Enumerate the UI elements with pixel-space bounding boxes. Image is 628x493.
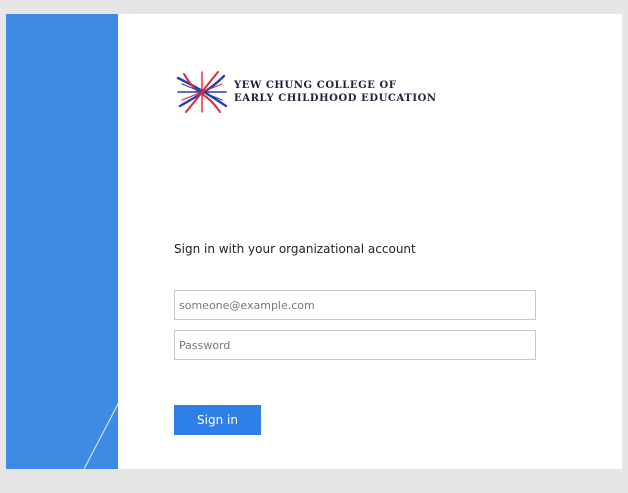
sign-in-heading: Sign in with your organizational account	[174, 242, 416, 256]
username-input[interactable]	[174, 290, 536, 320]
sign-in-button[interactable]: Sign in	[174, 405, 261, 435]
sign-in-panel: YEW CHUNG COLLEGE OF EARLY CHILDHOOD EDU…	[118, 14, 622, 469]
decorative-line-graphic	[83, 403, 118, 469]
college-logo: YEW CHUNG COLLEGE OF EARLY CHILDHOOD EDU…	[176, 70, 437, 114]
logo-text-line-1: YEW CHUNG COLLEGE OF	[234, 80, 397, 91]
side-illustration-panel	[6, 14, 118, 469]
college-emblem-icon	[176, 71, 228, 113]
login-window: YEW CHUNG COLLEGE OF EARLY CHILDHOOD EDU…	[6, 14, 622, 469]
password-input[interactable]	[174, 330, 536, 360]
logo-text-line-2: EARLY CHILDHOOD EDUCATION	[234, 93, 437, 104]
